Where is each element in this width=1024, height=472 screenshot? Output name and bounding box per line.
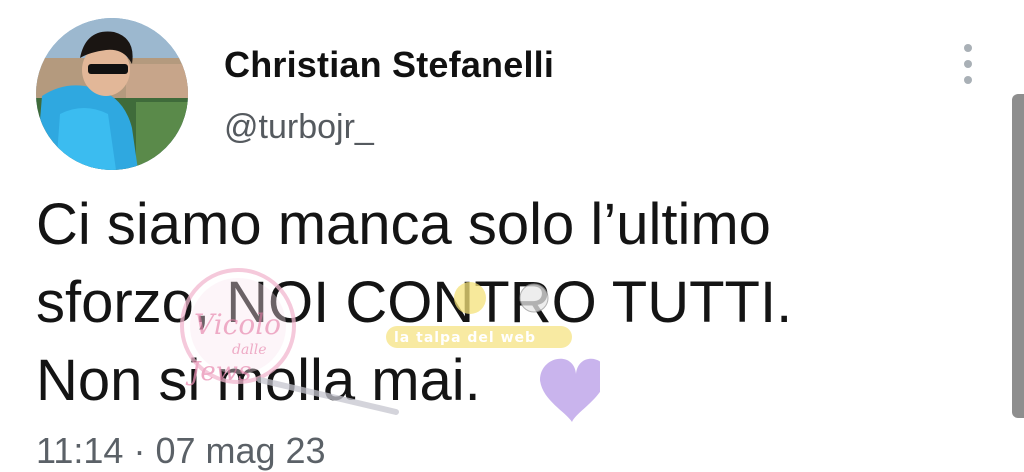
meta-separator: · [133,430,146,471]
tweet-date: 07 mag 23 [155,430,326,471]
tweet-text: Ci siamo manca solo l’ultimo sforzo, NOI… [36,186,976,420]
more-dot [964,44,972,52]
display-name[interactable]: Christian Stefanelli [224,44,554,86]
tweet-line: Non si molla mai. [36,348,481,413]
tweet-line: sforzo, NOI CONTRO TUTTI. [36,270,793,335]
more-vertical-icon[interactable] [956,44,980,84]
user-handle[interactable]: @turbojr_ [224,108,374,147]
tweet-card: Christian Stefanelli @turbojr_ Ci siamo … [0,0,1024,472]
more-dot [964,60,972,68]
avatar-photo [36,18,188,170]
tweet-time: 11:14 [36,430,124,471]
tweet-timestamp[interactable]: 11:14 · 07 mag 23 [36,430,326,472]
avatar[interactable] [36,18,188,170]
tweet-line: Ci siamo manca solo l’ultimo [36,192,771,257]
scrollbar[interactable] [1012,94,1024,418]
more-dot [964,76,972,84]
